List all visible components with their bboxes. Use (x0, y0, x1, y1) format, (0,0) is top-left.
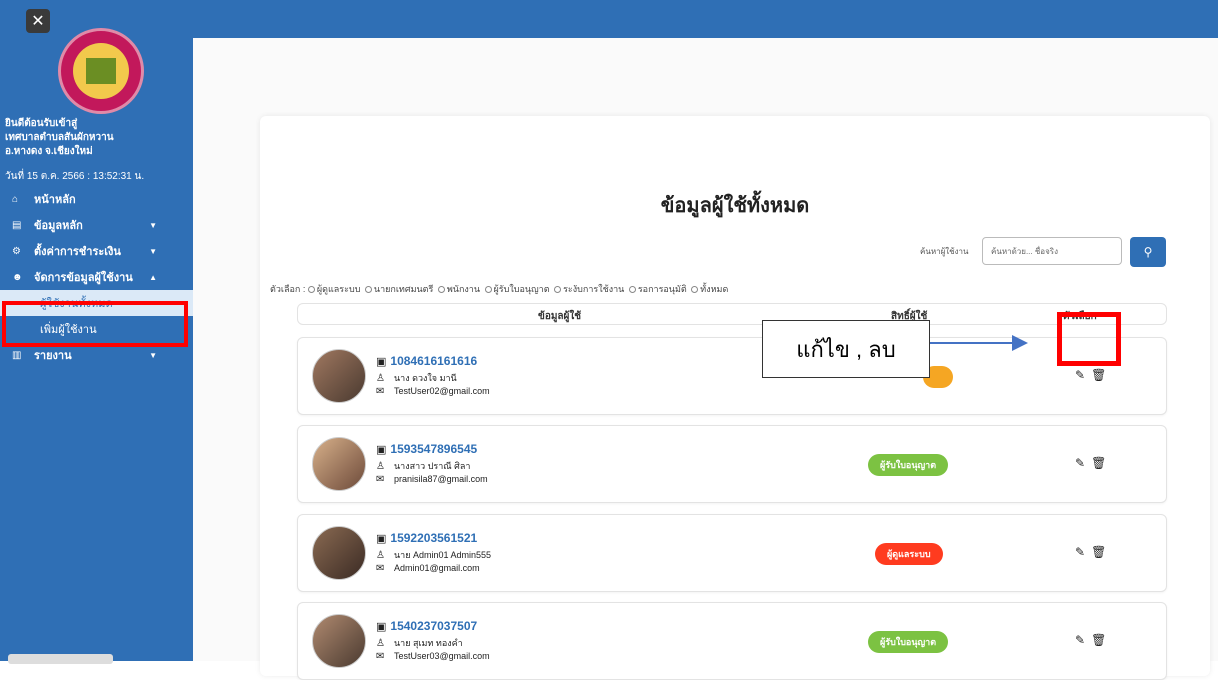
id-card-icon: ▣ (376, 444, 387, 456)
sidebar-item-user-management[interactable]: ☻ จัดการข้อมูลผู้ใช้งาน ▲ (0, 264, 193, 290)
table-row: ▣ 1540237037507 ♙ นาย สุเมท ทองคำ ✉ TestUse… (297, 602, 1167, 680)
search-button[interactable]: ⚲ (1130, 237, 1166, 267)
user-id: ▣ 1084616161616 (376, 354, 478, 368)
filter-prefix: ตัวเลือก : (270, 284, 306, 294)
id-card-icon: ▣ (376, 621, 387, 633)
row-actions: ✎ 🗑 (1075, 633, 1112, 647)
annotation-arrow-line (930, 342, 1014, 344)
row-actions: ✎ 🗑 (1075, 545, 1112, 559)
avatar (312, 614, 366, 668)
current-date: วันที่ 15 ต.ค. 2566 : 13:52:31 น. (5, 171, 145, 182)
trash-icon[interactable]: 🗑 (1091, 456, 1106, 470)
database-icon: ▤ (12, 219, 22, 231)
chevron-up-icon: ▲ (149, 272, 157, 282)
trash-icon[interactable]: 🗑 (1091, 633, 1106, 647)
avatar (312, 526, 366, 580)
sidebar-footer (8, 654, 113, 664)
id-card-icon: ▣ (376, 356, 387, 368)
welcome-text: ยินดีต้อนรับเข้าสู่ เทศบาลตำบลสันผักหวาน… (5, 117, 114, 159)
filter-option-licensee[interactable]: ผู้รับใบอนุญาต (484, 284, 550, 294)
filter-option-suspended[interactable]: ระงับการใช้งาน (554, 284, 624, 294)
header-user-info: ข้อมูลผู้ใช้ (538, 311, 582, 322)
annotation-callout: แก้ไข , ลบ (762, 320, 930, 378)
sidebar-item-label: ตั้งค่าการชำระเงิน (34, 246, 121, 258)
envelope-icon: ✉ (376, 474, 385, 485)
home-icon: ⌂ (12, 193, 19, 205)
sidebar-item-label: ข้อมูลหลัก (34, 220, 83, 232)
table-row: ▣ 1592203561521 ♙ นาย Admin01 Admin555 ✉ Ad… (297, 514, 1167, 592)
close-sidebar-button[interactable]: ✕ (26, 9, 50, 33)
chevron-down-icon: ▼ (149, 350, 157, 360)
trash-icon[interactable]: 🗑 (1091, 368, 1106, 382)
edit-icon[interactable]: ✎ (1075, 456, 1085, 470)
annotation-arrow-head (1012, 335, 1028, 351)
edit-icon[interactable]: ✎ (1075, 545, 1085, 559)
avatar (312, 349, 366, 403)
filter-option-admin[interactable]: ผู้ดูแลระบบ (307, 284, 360, 294)
search-icon: ⚲ (1143, 245, 1153, 259)
user-name: ♙ นาง ดวงใจ มานี (376, 373, 457, 384)
highlight-box-sidebar (2, 301, 188, 347)
envelope-icon: ✉ (376, 651, 385, 662)
sidebar-item-label: รายงาน (34, 350, 72, 362)
users-icon: ☻ (12, 271, 23, 283)
sidebar-item-label: จัดการข้อมูลผู้ใช้งาน (34, 272, 133, 284)
user-name: ♙ นางสาว ปราณี ศิลา (376, 461, 471, 472)
filter-option-pending[interactable]: รอการอนุมัติ (628, 284, 687, 294)
user-email: ✉ TestUser03@gmail.com (376, 651, 490, 662)
edit-icon[interactable]: ✎ (1075, 368, 1085, 382)
highlight-box-actions (1057, 312, 1121, 366)
top-navbar (193, 0, 1218, 38)
user-email: ✉ pranisila87@gmail.com (376, 474, 488, 485)
chevron-down-icon: ▼ (149, 246, 157, 256)
id-card-icon: ▣ (376, 533, 387, 545)
user-email: ✉ TestUser02@gmail.com (376, 386, 490, 397)
sidebar-item-payment-settings[interactable]: ⚙ ตั้งค่าการชำระเงิน ▼ (0, 238, 193, 264)
status-badge: ผู้รับใบอนุญาต (868, 631, 949, 653)
envelope-icon: ✉ (376, 563, 385, 574)
sidebar-item-home[interactable]: ⌂ หน้าหลัก (0, 186, 193, 212)
user-id: ▣ 1593547896545 (376, 442, 478, 456)
filter-option-staff[interactable]: พนักงาน (437, 284, 480, 294)
trash-icon[interactable]: 🗑 (1091, 545, 1106, 559)
avatar (312, 437, 366, 491)
row-actions: ✎ 🗑 (1075, 456, 1112, 470)
welcome-line-1: ยินดีต้อนรับเข้าสู่ (5, 118, 78, 129)
status-badge: ผู้รับใบอนุญาต (868, 454, 949, 476)
page-title: ข้อมูลผู้ใช้ทั้งหมด (660, 195, 810, 217)
search-label: ค้นหาผู้ใช้งาน (920, 247, 969, 256)
filter-option-all[interactable]: ทั้งหมด (691, 284, 728, 294)
row-actions: ✎ 🗑 (1075, 368, 1112, 382)
user-id: ▣ 1540237037507 (376, 619, 478, 633)
welcome-line-2: เทศบาลตำบลสันผักหวาน (5, 132, 114, 143)
municipality-logo (58, 28, 144, 114)
user-email: ✉ Admin01@gmail.com (376, 563, 480, 574)
report-icon: ▥ (12, 349, 22, 361)
sidebar-item-label: หน้าหลัก (34, 194, 76, 206)
search-input[interactable]: ค้นหาด้วย... ชื่อจริง (982, 237, 1122, 265)
person-icon: ♙ (376, 638, 385, 649)
user-name: ♙ นาย สุเมท ทองคำ (376, 638, 463, 649)
table-row: ▣ 1084616161616 ♙ นาง ดวงใจ มานี ✉ TestUser… (297, 337, 1167, 415)
person-icon: ♙ (376, 550, 385, 561)
person-icon: ♙ (376, 373, 385, 384)
users-card: ข้อมูลผู้ใช้ทั้งหมด ค้นหาผู้ใช้งาน ค้นหา… (260, 116, 1210, 680)
sidebar-item-master-data[interactable]: ▤ ข้อมูลหลัก ▼ (0, 212, 193, 238)
user-id: ▣ 1592203561521 (376, 531, 478, 545)
filter-option-mayor[interactable]: นายกเทศมนตรี (364, 284, 433, 294)
table-row: ▣ 1593547896545 ♙ นางสาว ปราณี ศิลา ✉ prani… (297, 425, 1167, 503)
chevron-down-icon: ▼ (149, 220, 157, 230)
person-icon: ♙ (376, 461, 385, 472)
user-name: ♙ นาย Admin01 Admin555 (376, 550, 492, 561)
role-filter-group: ตัวเลือก : ผู้ดูแลระบบ นายกเทศมนตรี พนัก… (270, 282, 730, 296)
gear-icon: ⚙ (12, 245, 21, 257)
status-badge: ผู้ดูแลระบบ (875, 543, 943, 565)
table-header: ข้อมูลผู้ใช้ สิทธิ์ผู้ใช้ ตัวเลือก (297, 303, 1167, 325)
edit-icon[interactable]: ✎ (1075, 633, 1085, 647)
welcome-line-3: อ.หางดง จ.เชียงใหม่ (5, 146, 93, 157)
envelope-icon: ✉ (376, 386, 385, 397)
